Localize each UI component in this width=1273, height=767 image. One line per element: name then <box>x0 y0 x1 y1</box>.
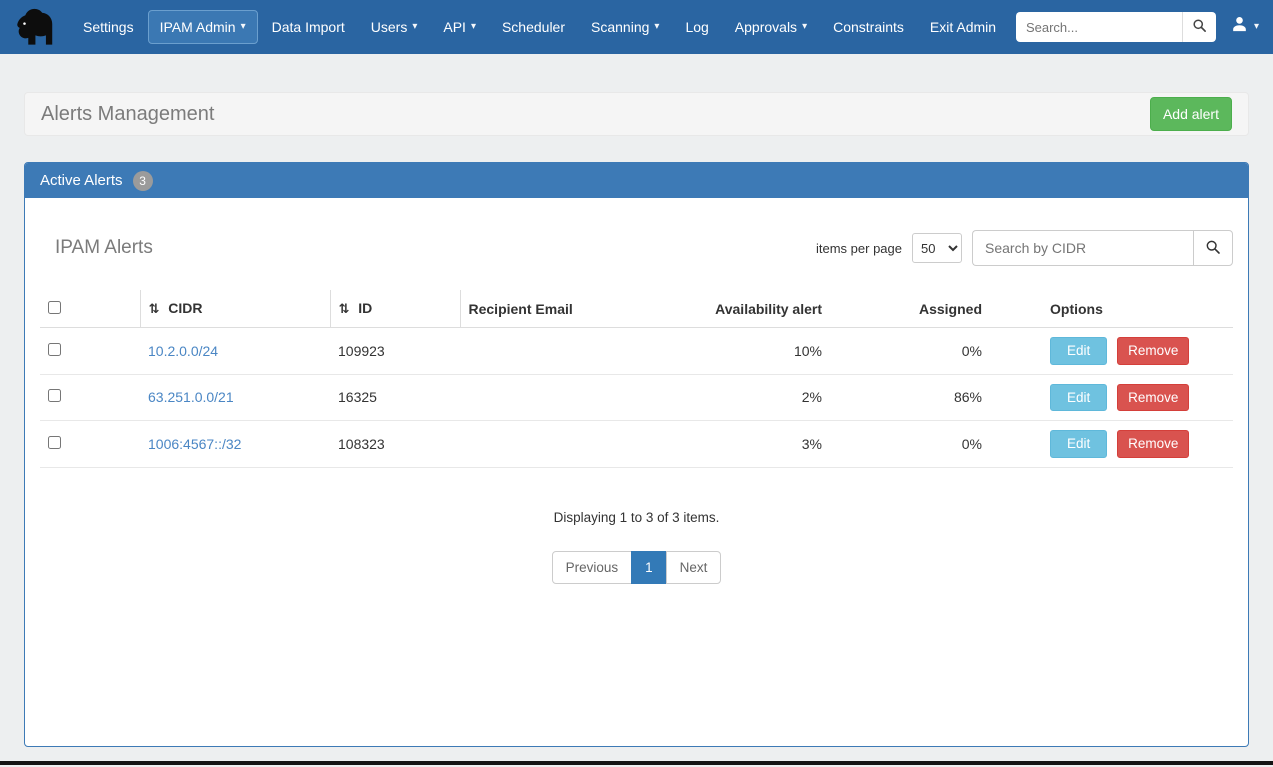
user-icon <box>1230 15 1249 39</box>
caret-down-icon: ▾ <box>802 22 807 32</box>
cidr-link[interactable]: 10.2.0.0/24 <box>148 343 218 359</box>
results-summary: Displaying 1 to 3 of 3 items. <box>40 510 1233 525</box>
pagination: Previous 1 Next <box>40 551 1233 584</box>
nav-item-exit-admin[interactable]: Exit Admin <box>918 10 1008 44</box>
page-title: Alerts Management <box>41 103 214 126</box>
id-cell: 16325 <box>330 374 460 421</box>
nav-item-label: Approvals <box>735 19 797 35</box>
page-1-button[interactable]: 1 <box>631 551 667 584</box>
nav-item-approvals[interactable]: Approvals ▾ <box>723 10 819 44</box>
email-cell <box>460 328 700 375</box>
next-page-button[interactable]: Next <box>666 551 722 584</box>
remove-button[interactable]: Remove <box>1117 384 1189 412</box>
table-row: 10.2.0.0/24 109923 10% 0% Edit Remove <box>40 328 1233 375</box>
column-header-assigned: Assigned <box>830 290 990 328</box>
caret-down-icon: ▾ <box>654 22 659 32</box>
column-header-id[interactable]: ⇅ ID <box>330 290 460 328</box>
nav-item-api[interactable]: API ▾ <box>431 10 488 44</box>
window-bottom-edge <box>0 761 1273 765</box>
nav-item-label: Log <box>685 19 708 35</box>
nav-item-label: Settings <box>83 19 134 35</box>
assigned-cell: 0% <box>830 421 990 468</box>
remove-button[interactable]: Remove <box>1117 337 1189 365</box>
email-cell <box>460 374 700 421</box>
row-checkbox[interactable] <box>48 389 61 402</box>
items-per-page-label: items per page <box>816 241 902 256</box>
active-alerts-panel: Active Alerts 3 IPAM Alerts items per pa… <box>24 162 1249 747</box>
add-alert-button[interactable]: Add alert <box>1150 97 1232 131</box>
caret-down-icon: ▾ <box>471 22 476 32</box>
nav-item-label: API <box>443 19 466 35</box>
main-content: Alerts Management Add alert Active Alert… <box>0 54 1273 767</box>
user-menu[interactable]: ▾ <box>1230 15 1259 39</box>
navbar: Settings IPAM Admin ▾ Data Import Users … <box>0 0 1273 54</box>
id-cell: 109923 <box>330 328 460 375</box>
panel-body: IPAM Alerts items per page 50 <box>25 198 1248 746</box>
nav-menu: Settings IPAM Admin ▾ Data Import Users … <box>70 10 1009 44</box>
availability-cell: 2% <box>700 374 830 421</box>
panel-header: Active Alerts 3 <box>25 163 1248 198</box>
sort-icon: ⇅ <box>149 301 160 316</box>
column-header-availability-alert: Availability alert <box>700 290 830 328</box>
nav-item-users[interactable]: Users ▾ <box>359 10 430 44</box>
nav-item-label: Constraints <box>833 19 904 35</box>
select-all-checkbox[interactable] <box>48 301 61 314</box>
nav-item-data-import[interactable]: Data Import <box>260 10 357 44</box>
nav-item-settings[interactable]: Settings <box>71 10 146 44</box>
navbar-search-input[interactable] <box>1016 12 1182 42</box>
edit-button[interactable]: Edit <box>1050 430 1107 458</box>
nav-item-label: Users <box>371 19 408 35</box>
cidr-link[interactable]: 63.251.0.0/21 <box>148 389 234 405</box>
table-header-row: ⇅ CIDR ⇅ ID Recipient Email Availability… <box>40 290 1233 328</box>
navbar-search <box>1016 12 1216 42</box>
elephant-logo[interactable] <box>14 7 56 47</box>
remove-button[interactable]: Remove <box>1117 430 1189 458</box>
nav-item-scanning[interactable]: Scanning ▾ <box>579 10 671 44</box>
cidr-search-input[interactable] <box>972 230 1193 266</box>
assigned-cell: 86% <box>830 374 990 421</box>
table-row: 1006:4567::/32 108323 3% 0% Edit Remove <box>40 421 1233 468</box>
row-checkbox[interactable] <box>48 343 61 356</box>
nav-item-ipam-admin[interactable]: IPAM Admin ▾ <box>148 10 258 44</box>
panel-title: Active Alerts <box>40 172 123 189</box>
column-header-recipient-email: Recipient Email <box>460 290 700 328</box>
assigned-cell: 0% <box>830 328 990 375</box>
nav-item-label: IPAM Admin <box>160 19 236 35</box>
column-header-options: Options <box>990 290 1233 328</box>
cidr-link[interactable]: 1006:4567::/32 <box>148 436 241 452</box>
items-per-page-select[interactable]: 50 <box>912 233 962 263</box>
navbar-search-button[interactable] <box>1182 12 1216 42</box>
cidr-search <box>972 230 1233 266</box>
email-cell <box>460 421 700 468</box>
previous-page-button[interactable]: Previous <box>552 551 633 584</box>
row-checkbox[interactable] <box>48 436 61 449</box>
id-cell: 108323 <box>330 421 460 468</box>
sort-icon: ⇅ <box>339 301 350 316</box>
edit-button[interactable]: Edit <box>1050 384 1107 412</box>
edit-button[interactable]: Edit <box>1050 337 1107 365</box>
availability-cell: 10% <box>700 328 830 375</box>
search-icon <box>1192 18 1207 36</box>
search-icon <box>1205 239 1221 258</box>
caret-down-icon: ▾ <box>1254 22 1259 32</box>
caret-down-icon: ▾ <box>412 22 417 32</box>
availability-cell: 3% <box>700 421 830 468</box>
alerts-toolbar: IPAM Alerts items per page 50 <box>40 230 1233 266</box>
nav-item-log[interactable]: Log <box>673 10 720 44</box>
page-header: Alerts Management Add alert <box>24 92 1249 136</box>
nav-item-label: Scheduler <box>502 19 565 35</box>
column-header-cidr[interactable]: ⇅ CIDR <box>140 290 330 328</box>
caret-down-icon: ▾ <box>241 22 246 32</box>
nav-item-scheduler[interactable]: Scheduler <box>490 10 577 44</box>
table-row: 63.251.0.0/21 16325 2% 86% Edit Remove <box>40 374 1233 421</box>
nav-item-constraints[interactable]: Constraints <box>821 10 916 44</box>
alerts-table: ⇅ CIDR ⇅ ID Recipient Email Availability… <box>40 290 1233 468</box>
nav-item-label: Scanning <box>591 19 649 35</box>
nav-item-label: Data Import <box>272 19 345 35</box>
section-title: IPAM Alerts <box>55 237 153 259</box>
cidr-search-button[interactable] <box>1193 230 1233 266</box>
alert-count-badge: 3 <box>133 171 153 191</box>
nav-item-label: Exit Admin <box>930 19 996 35</box>
